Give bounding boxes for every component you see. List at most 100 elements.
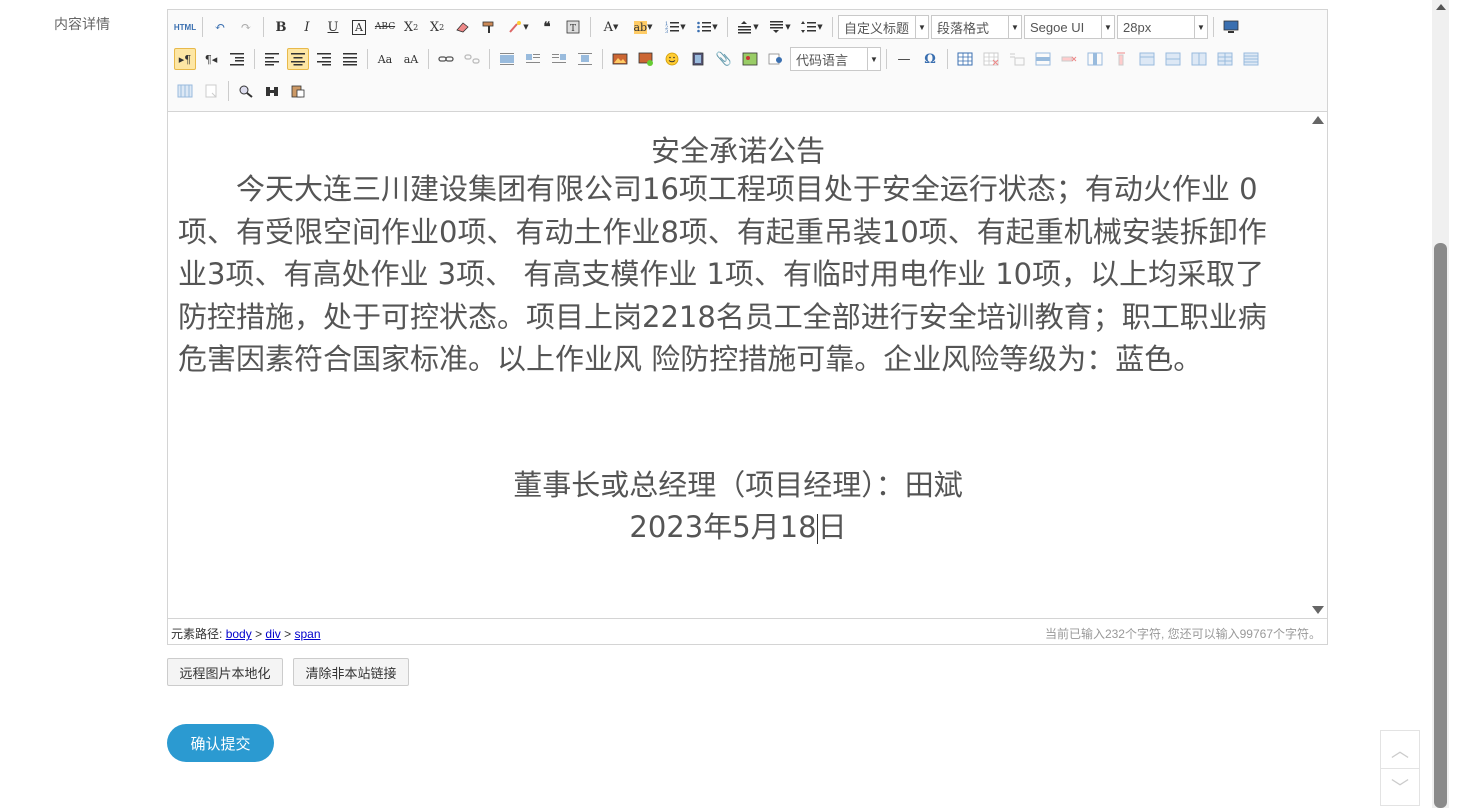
italic-icon[interactable]: I — [296, 16, 318, 38]
scroll-up-arrow-icon[interactable] — [1312, 116, 1324, 124]
paragraph-format-value: 段落格式 — [937, 20, 990, 36]
svg-text:3: 3 — [665, 29, 668, 34]
preview-monitor-icon[interactable] — [1220, 16, 1242, 38]
align-left-icon[interactable] — [261, 48, 283, 70]
highlight-color-icon[interactable]: ab ▼ — [629, 16, 657, 38]
unlink-icon[interactable] — [461, 48, 483, 70]
editor-statusbar: 元素路径: body > div > span 当前已输入232个字符, 您还可… — [168, 618, 1327, 644]
document-title: 安全承诺公告 — [650, 134, 825, 168]
font-family-value: Segoe UI — [1030, 19, 1085, 35]
element-path-label: 元素路径: — [171, 627, 223, 641]
direction-rtl-icon[interactable]: ¶◂ — [200, 48, 222, 70]
go-bottom-chevron-down-icon[interactable]: ﹀ — [1381, 768, 1419, 805]
path-link-span[interactable]: span — [294, 627, 320, 641]
merge-down-icon[interactable] — [1188, 48, 1210, 70]
uppercase-icon[interactable]: Aa — [374, 48, 396, 70]
delete-table-icon[interactable] — [980, 48, 1002, 70]
search-replace-icon[interactable] — [261, 80, 283, 102]
code-icon[interactable] — [765, 48, 787, 70]
redo-icon[interactable]: ↷ — [235, 16, 257, 38]
direction-ltr-icon[interactable]: ▸¶ — [174, 48, 196, 70]
link-icon[interactable] — [435, 48, 457, 70]
code-language-value: 代码语言 — [796, 52, 849, 68]
merge-cells-icon[interactable] — [1136, 48, 1158, 70]
horizontal-rule-icon[interactable]: — — [893, 48, 915, 70]
custom-heading-select[interactable]: 自定义标题 ▼ — [838, 15, 929, 39]
insert-image-icon[interactable] — [609, 48, 631, 70]
localize-images-button[interactable]: 远程图片本地化 — [167, 658, 283, 686]
font-size-select[interactable]: 28px ▼ — [1117, 15, 1208, 39]
split-columns-icon[interactable] — [174, 80, 196, 102]
font-color-icon[interactable]: A ▼ — [597, 16, 625, 38]
attachment-icon[interactable]: 📎 — [713, 48, 735, 70]
print-preview-icon[interactable] — [200, 80, 222, 102]
image-none-icon[interactable] — [496, 48, 518, 70]
chevron-down-icon: ▼ — [1101, 16, 1114, 38]
scrollbar-thumb[interactable] — [1434, 243, 1447, 808]
strikethrough-icon[interactable]: ABC — [374, 16, 396, 38]
clear-external-links-button[interactable]: 清除非本站链接 — [293, 658, 409, 686]
split-rows-icon[interactable] — [1240, 48, 1262, 70]
paragraph-spacing-bottom-icon[interactable]: ▼ — [766, 16, 794, 38]
paste-text-icon[interactable]: T — [562, 16, 584, 38]
split-cells-icon[interactable] — [1214, 48, 1236, 70]
unordered-list-icon[interactable]: ▼ — [693, 16, 721, 38]
chevron-down-icon: ▼ — [867, 48, 880, 70]
align-center-icon[interactable] — [287, 48, 309, 70]
preview-icon[interactable] — [235, 80, 257, 102]
content-label: 内容详情 — [54, 17, 110, 33]
ordered-list-icon[interactable]: 1 2 3 ▼ — [661, 16, 689, 38]
code-language-select[interactable]: 代码语言 ▼ — [790, 47, 881, 71]
underline-icon[interactable]: U — [322, 16, 344, 38]
line-height-icon[interactable]: ▼ — [798, 16, 826, 38]
editor-scrollbar[interactable] — [1308, 112, 1326, 618]
html-source-button[interactable]: HTML — [174, 16, 196, 38]
lowercase-icon[interactable]: aA — [400, 48, 422, 70]
undo-icon[interactable]: ↶ — [209, 16, 231, 38]
special-char-icon[interactable]: Ω — [919, 48, 941, 70]
char-count: 当前已输入232个字符, 您还可以输入99767个字符。 — [1044, 627, 1321, 641]
font-border-icon[interactable]: A — [348, 16, 370, 38]
path-link-div[interactable]: div — [265, 627, 280, 641]
insert-column-icon[interactable] — [1084, 48, 1106, 70]
delete-row-icon[interactable] — [1058, 48, 1080, 70]
subscript-icon[interactable]: X2 — [426, 16, 448, 38]
delete-column-icon[interactable] — [1110, 48, 1132, 70]
map-icon[interactable] — [739, 48, 761, 70]
draft-icon[interactable] — [287, 80, 309, 102]
paragraph-format-select[interactable]: 段落格式 ▼ — [931, 15, 1022, 39]
insert-row-icon[interactable] — [1032, 48, 1054, 70]
auto-typeset-icon[interactable]: ▼ — [504, 16, 532, 38]
submit-button[interactable]: 确认提交 — [167, 724, 274, 762]
back-to-top-chevron-up-icon[interactable]: ︿ — [1381, 731, 1419, 769]
paragraph-spacing-top-icon[interactable]: ▼ — [734, 16, 762, 38]
align-justify-icon[interactable] — [339, 48, 361, 70]
path-link-body[interactable]: body — [226, 627, 252, 641]
superscript-icon[interactable]: X2 — [400, 16, 422, 38]
insert-paragraph-before-table-icon[interactable] — [1006, 48, 1028, 70]
image-center-icon[interactable] — [574, 48, 596, 70]
image-right-icon[interactable] — [548, 48, 570, 70]
format-painter-icon[interactable] — [478, 16, 500, 38]
scroll-down-arrow-icon[interactable] — [1312, 606, 1324, 614]
emoticon-icon[interactable] — [661, 48, 683, 70]
blockquote-icon[interactable]: ❝ — [536, 16, 558, 38]
page-scrollbar[interactable] — [1432, 0, 1449, 808]
font-family-select[interactable]: Segoe UI ▼ — [1024, 15, 1115, 39]
image-left-icon[interactable] — [522, 48, 544, 70]
date-text-before-caret: 2023年5月18 — [629, 510, 817, 544]
editor-content-area[interactable]: 安全承诺公告 今天大连三川建设集团有限公司16项工程项目处于安全运行状态；有动火… — [168, 112, 1308, 618]
indent-icon[interactable] — [226, 48, 248, 70]
align-right-icon[interactable] — [313, 48, 335, 70]
bold-icon[interactable]: B — [270, 16, 292, 38]
video-icon[interactable] — [687, 48, 709, 70]
merge-right-icon[interactable] — [1162, 48, 1184, 70]
rich-text-editor: HTML ↶ ↷ B I U A ABC X2 X2 ▼ ❝ T A ▼ ab … — [167, 9, 1328, 645]
multi-image-icon[interactable] — [635, 48, 657, 70]
eraser-icon[interactable] — [452, 16, 474, 38]
insert-table-icon[interactable] — [954, 48, 976, 70]
path-separator: > — [255, 627, 263, 641]
scroll-up-arrow-icon[interactable] — [1436, 4, 1446, 10]
html-label: HTML — [173, 22, 197, 32]
date-text-after-caret: 日 — [817, 510, 847, 544]
